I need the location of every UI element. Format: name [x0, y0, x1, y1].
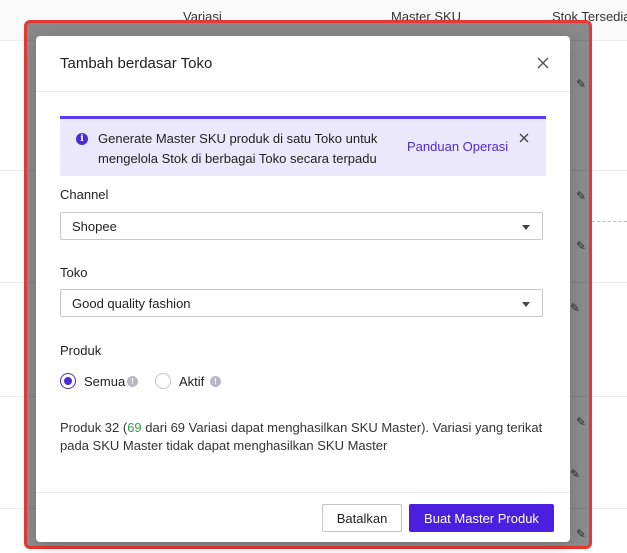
- toko-select[interactable]: Good quality fashion: [60, 289, 543, 317]
- caret-down-icon: [522, 302, 530, 307]
- info-hint-icon[interactable]: !: [127, 376, 138, 387]
- produk-label: Produk: [60, 343, 102, 358]
- channel-label: Channel: [60, 187, 109, 202]
- close-icon[interactable]: [534, 54, 552, 72]
- banner-text: Generate Master SKU produk di satu Toko …: [98, 131, 378, 166]
- toko-value: Good quality fashion: [72, 296, 191, 311]
- info-banner: i Generate Master SKU produk di satu Tok…: [60, 116, 546, 176]
- caret-down-icon: [522, 225, 530, 230]
- info-icon: i: [76, 133, 88, 145]
- cancel-button[interactable]: Batalkan: [322, 504, 402, 532]
- radio-label-semua: Semua: [84, 374, 126, 389]
- radio-semua[interactable]: Semua !: [60, 373, 170, 389]
- info-hint-icon[interactable]: !: [210, 376, 221, 387]
- summary-prefix: Produk 32 (: [60, 420, 128, 435]
- radio-aktif[interactable]: Aktif !: [155, 373, 255, 389]
- channel-value: Shopee: [72, 219, 117, 234]
- dashed-divider: [592, 221, 627, 222]
- operation-guide-link[interactable]: Panduan Operasi: [407, 139, 508, 154]
- radio-button-checked[interactable]: [60, 373, 76, 389]
- dialog-footer: Batalkan Buat Master Produk: [36, 492, 570, 542]
- product-summary: Produk 32 (69 dari 69 Variasi dapat meng…: [60, 419, 546, 455]
- channel-select[interactable]: Shopee: [60, 212, 543, 240]
- dialog-header: Tambah berdasar Toko: [36, 36, 570, 92]
- radio-label-aktif: Aktif: [179, 374, 205, 389]
- close-icon[interactable]: [517, 131, 531, 145]
- summary-count: 69: [127, 420, 142, 435]
- toko-label: Toko: [60, 265, 88, 280]
- add-by-store-dialog: Tambah berdasar Toko i Generate Master S…: [36, 36, 570, 542]
- dialog-title: Tambah berdasar Toko: [60, 55, 213, 72]
- create-master-product-button[interactable]: Buat Master Produk: [409, 504, 554, 532]
- radio-button[interactable]: [155, 373, 171, 389]
